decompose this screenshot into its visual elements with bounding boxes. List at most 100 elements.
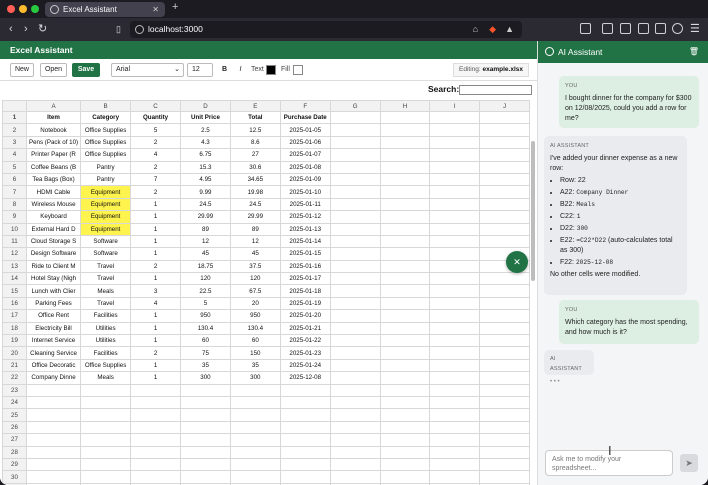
cell[interactable]	[479, 160, 530, 174]
cell[interactable]: 29.99	[179, 210, 231, 224]
cell[interactable]: Design Software	[25, 247, 82, 261]
cell[interactable]: 9.99	[179, 185, 231, 199]
cell[interactable]: 1	[130, 309, 181, 323]
column-header[interactable]: J	[479, 100, 530, 112]
cell[interactable]	[429, 408, 481, 422]
zoom-window-button[interactable]	[31, 5, 39, 13]
cell[interactable]	[80, 470, 132, 484]
cell[interactable]: 19.98	[229, 185, 281, 199]
cell[interactable]: 20	[229, 296, 281, 311]
cell[interactable]	[130, 457, 181, 472]
column-header[interactable]: C	[130, 100, 181, 112]
cell[interactable]: Office Supplies	[80, 135, 132, 150]
cell[interactable]: 35	[229, 358, 281, 373]
cell[interactable]: Software	[80, 234, 132, 249]
cell[interactable]: 3	[130, 284, 181, 298]
cell[interactable]	[429, 321, 481, 336]
fill-color-swatch[interactable]	[293, 65, 303, 75]
cell[interactable]	[130, 395, 181, 410]
cell[interactable]	[279, 408, 331, 422]
cell[interactable]	[329, 247, 381, 261]
cell[interactable]	[25, 433, 82, 447]
site-info-icon[interactable]	[135, 25, 144, 34]
cell[interactable]	[329, 135, 381, 150]
cell[interactable]: 2	[130, 185, 181, 199]
cell[interactable]	[379, 309, 431, 323]
close-window-button[interactable]	[7, 5, 15, 13]
cell[interactable]	[329, 259, 381, 274]
cell[interactable]	[379, 371, 431, 385]
cell[interactable]: 2025-01-11	[279, 197, 331, 212]
cell[interactable]	[479, 172, 530, 187]
cell[interactable]	[329, 185, 381, 199]
cell[interactable]	[229, 383, 281, 398]
cell[interactable]	[379, 433, 431, 447]
row-header[interactable]: 7	[2, 185, 27, 199]
cell[interactable]: Unit Price	[179, 110, 231, 125]
fab-close-icon[interactable]: ✕	[506, 251, 528, 273]
row-header[interactable]: 14	[2, 272, 27, 286]
cell[interactable]	[329, 334, 381, 348]
cell[interactable]	[479, 383, 530, 398]
column-header[interactable]: I	[429, 100, 481, 112]
trash-icon[interactable]: 🗑	[689, 41, 699, 63]
cell[interactable]	[130, 445, 181, 459]
cell[interactable]: Hotel Stay (Nigh	[25, 272, 82, 286]
font-family-select[interactable]: Arial ⌄	[111, 63, 184, 77]
cell[interactable]	[229, 433, 281, 447]
cell[interactable]: 1	[130, 234, 181, 249]
cell[interactable]: Total	[229, 110, 281, 125]
cell[interactable]: Parking Fees	[25, 296, 82, 311]
cell[interactable]	[429, 470, 481, 484]
row-header[interactable]: 8	[2, 197, 27, 212]
forward-icon[interactable]: ›	[24, 22, 28, 36]
corner-cell[interactable]	[2, 100, 27, 112]
cell[interactable]	[479, 321, 530, 336]
cell[interactable]: 89	[179, 222, 231, 236]
cell[interactable]: 60	[229, 334, 281, 348]
cell[interactable]	[130, 408, 181, 422]
cell[interactable]	[25, 457, 82, 472]
cell[interactable]: Office Rent	[25, 309, 82, 323]
cell[interactable]	[429, 210, 481, 224]
cell[interactable]: Meals	[80, 371, 132, 385]
cell[interactable]	[479, 395, 530, 410]
cell[interactable]: Travel	[80, 296, 132, 311]
cell[interactable]: Office Supplies	[80, 358, 132, 373]
cell[interactable]	[479, 123, 530, 137]
cell[interactable]	[329, 210, 381, 224]
cell[interactable]	[25, 408, 82, 422]
cell[interactable]	[80, 408, 132, 422]
cell[interactable]	[429, 296, 481, 311]
cell[interactable]	[479, 284, 530, 298]
cell[interactable]	[479, 346, 530, 360]
send-icon[interactable]: ➤	[680, 454, 698, 472]
cell[interactable]	[130, 433, 181, 447]
cell[interactable]	[429, 197, 481, 212]
cell[interactable]	[479, 371, 530, 385]
cell[interactable]: 2025-01-07	[279, 148, 331, 162]
cell[interactable]	[429, 309, 481, 323]
cell[interactable]: Software	[80, 247, 132, 261]
cell[interactable]	[429, 346, 481, 360]
column-header[interactable]: D	[179, 100, 231, 112]
cell[interactable]	[329, 272, 381, 286]
cell[interactable]	[130, 470, 181, 484]
cell[interactable]: Facilities	[80, 346, 132, 360]
cell[interactable]: 2025-01-12	[279, 210, 331, 224]
cell[interactable]: 4	[130, 296, 181, 311]
cell[interactable]	[429, 272, 481, 286]
cell[interactable]	[25, 395, 82, 410]
cell[interactable]	[229, 445, 281, 459]
cell[interactable]: 2025-01-22	[279, 334, 331, 348]
cell[interactable]	[479, 420, 530, 435]
row-header[interactable]: 19	[2, 334, 27, 348]
cell[interactable]	[329, 284, 381, 298]
cell[interactable]: 5	[179, 296, 231, 311]
cell[interactable]: 4	[130, 148, 181, 162]
cell[interactable]: Equipment	[80, 185, 132, 199]
cell[interactable]: Cloud Storage S	[25, 234, 82, 249]
row-header[interactable]: 5	[2, 160, 27, 174]
cell[interactable]: Equipment	[80, 222, 132, 236]
cell[interactable]: 300	[179, 371, 231, 385]
